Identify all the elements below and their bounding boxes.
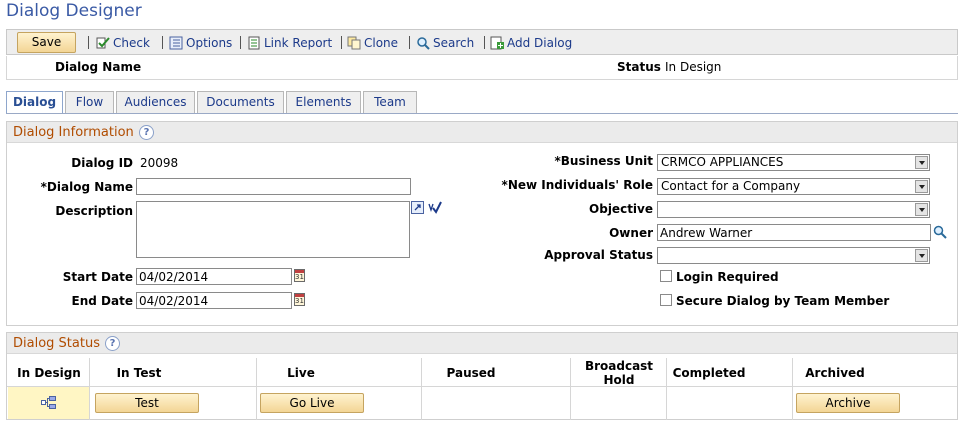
- toolbar-separator: [162, 36, 163, 49]
- column-header: Archived: [805, 366, 865, 380]
- page-title: Dialog Designer: [6, 1, 142, 21]
- tab-divider: [6, 113, 958, 114]
- clone-link[interactable]: Clone: [347, 35, 398, 51]
- column-header: In Design: [17, 366, 81, 380]
- start-date-input[interactable]: [136, 268, 292, 285]
- grid-line: [89, 358, 90, 420]
- check-icon: [96, 36, 111, 50]
- grid-line: [256, 358, 257, 420]
- tab-team[interactable]: Team: [363, 91, 417, 113]
- grid-line: [7, 386, 957, 387]
- calendar-icon[interactable]: [294, 269, 305, 282]
- status-value: In Design: [665, 60, 722, 74]
- expand-icon[interactable]: [411, 201, 425, 214]
- login-required-label: Login Required: [676, 270, 779, 284]
- help-icon[interactable]: ?: [139, 125, 154, 140]
- tab-audiences[interactable]: Audiences: [116, 91, 195, 113]
- business-unit-label: *Business Unit: [554, 154, 653, 168]
- approval-status-label: Approval Status: [544, 248, 653, 262]
- login-required-checkbox[interactable]: [660, 270, 672, 282]
- column-header: Completed: [672, 366, 746, 380]
- column-header: Broadcast Hold: [584, 359, 654, 387]
- grid-line: [666, 358, 667, 420]
- clone-icon: [347, 36, 362, 50]
- objective-label: Objective: [589, 202, 653, 216]
- description-textarea[interactable]: [136, 201, 410, 258]
- tab-dialog[interactable]: Dialog: [6, 91, 63, 114]
- secure-dialog-checkbox[interactable]: [660, 294, 672, 306]
- new-individuals-role-label: *New Individuals' Role: [501, 178, 653, 192]
- link-report-link[interactable]: Link Report: [247, 35, 332, 51]
- search-link[interactable]: Search: [416, 35, 474, 51]
- column-header: In Test: [116, 366, 162, 380]
- group-header: Dialog Status ?: [7, 333, 957, 354]
- options-icon: [169, 36, 184, 50]
- search-icon: [416, 36, 431, 50]
- current-status-icon: [41, 396, 57, 409]
- check-link[interactable]: Check: [96, 35, 150, 51]
- objective-select[interactable]: [657, 201, 930, 218]
- options-link[interactable]: Options: [169, 35, 232, 51]
- column-header: Paused: [446, 366, 496, 380]
- tab-elements[interactable]: Elements: [286, 91, 361, 113]
- end-date-label: End Date: [71, 294, 133, 308]
- start-date-label: Start Date: [62, 270, 133, 284]
- end-date-input[interactable]: [136, 292, 292, 309]
- chevron-down-icon: [915, 249, 928, 262]
- group-title: Dialog Information: [13, 125, 134, 140]
- toolbar-separator: [409, 36, 410, 49]
- toolbar-separator: [88, 36, 89, 49]
- save-button[interactable]: Save: [17, 32, 76, 53]
- new-individuals-role-select[interactable]: Contact for a Company: [657, 178, 930, 195]
- calendar-icon[interactable]: [294, 293, 305, 306]
- secure-dialog-label: Secure Dialog by Team Member: [676, 294, 890, 308]
- toolbar: Save Check Options Link Report Clone Sea…: [6, 29, 958, 55]
- dialog-name-label: Dialog Name: [55, 60, 142, 74]
- grid-line: [792, 358, 793, 420]
- owner-input[interactable]: [657, 224, 931, 241]
- toolbar-separator: [341, 36, 342, 49]
- dialog-id-label: Dialog ID: [71, 156, 133, 170]
- group-title: Dialog Status: [13, 336, 100, 351]
- grid-line: [570, 358, 571, 420]
- business-unit-select[interactable]: CRMCO APPLIANCES: [657, 154, 930, 171]
- grid-line: [421, 358, 422, 420]
- owner-label: Owner: [609, 226, 653, 240]
- archive-button[interactable]: Archive: [796, 393, 900, 413]
- tab-documents[interactable]: Documents: [197, 91, 284, 113]
- approval-status-select[interactable]: [657, 247, 930, 264]
- chevron-down-icon: [915, 180, 928, 193]
- search-icon[interactable]: [933, 225, 947, 239]
- test-button[interactable]: Test: [95, 393, 199, 413]
- toolbar-separator: [484, 36, 485, 49]
- spell-check-icon[interactable]: [427, 200, 442, 214]
- column-header: Live: [287, 366, 315, 380]
- description-label: Description: [55, 204, 133, 218]
- help-icon[interactable]: ?: [105, 336, 120, 351]
- chevron-down-icon: [915, 203, 928, 216]
- add-dialog-icon: [490, 36, 505, 50]
- toolbar-separator: [240, 36, 241, 49]
- dialog-name-field-label: *Dialog Name: [40, 180, 133, 194]
- go-live-button[interactable]: Go Live: [260, 393, 364, 413]
- add-dialog-link[interactable]: Add Dialog: [490, 35, 572, 51]
- chevron-down-icon: [915, 156, 928, 169]
- status-label: Status: [617, 60, 661, 74]
- tab-flow[interactable]: Flow: [65, 91, 114, 113]
- dialog-id-value: 20098: [140, 156, 179, 170]
- dialog-header: Dialog Name Status In Design: [6, 56, 958, 80]
- group-header: Dialog Information ?: [7, 122, 957, 143]
- dialog-name-input[interactable]: [136, 178, 411, 195]
- link-report-icon: [247, 36, 262, 50]
